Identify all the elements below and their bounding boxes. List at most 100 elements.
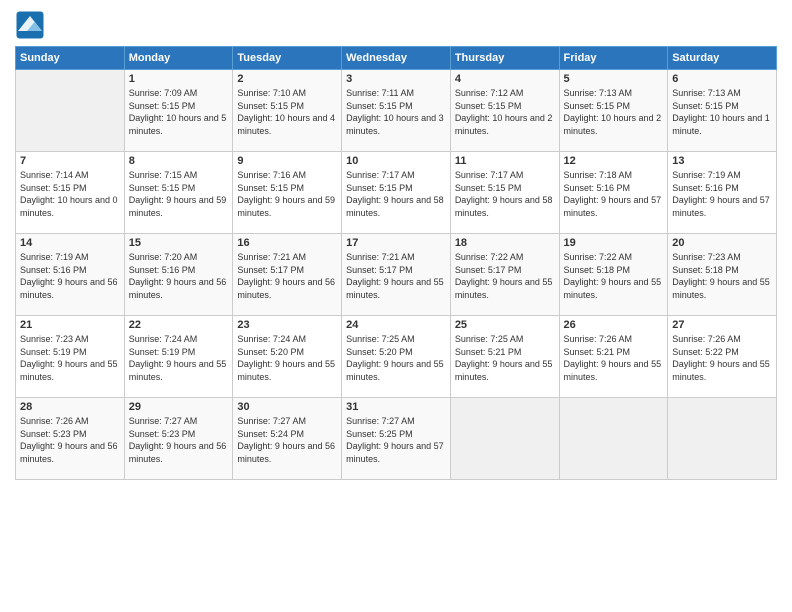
- day-number: 14: [20, 237, 120, 249]
- calendar-cell: 30 Sunrise: 7:27 AMSunset: 5:24 PMDayligh…: [233, 398, 342, 480]
- calendar-cell: 20 Sunrise: 7:23 AMSunset: 5:18 PMDayligh…: [668, 234, 777, 316]
- day-number: 15: [129, 237, 229, 249]
- day-number: 18: [455, 237, 555, 249]
- header-day-tuesday: Tuesday: [233, 47, 342, 70]
- day-number: 19: [564, 237, 664, 249]
- calendar-cell: 15 Sunrise: 7:20 AMSunset: 5:16 PMDayligh…: [124, 234, 233, 316]
- header-day-friday: Friday: [559, 47, 668, 70]
- day-detail: Sunrise: 7:10 AMSunset: 5:15 PMDaylight:…: [237, 87, 337, 137]
- calendar-cell: 25 Sunrise: 7:25 AMSunset: 5:21 PMDayligh…: [450, 316, 559, 398]
- day-number: 29: [129, 401, 229, 413]
- header: [15, 10, 777, 40]
- day-detail: Sunrise: 7:21 AMSunset: 5:17 PMDaylight:…: [346, 251, 446, 301]
- day-detail: Sunrise: 7:16 AMSunset: 5:15 PMDaylight:…: [237, 169, 337, 219]
- day-number: 12: [564, 155, 664, 167]
- day-detail: Sunrise: 7:20 AMSunset: 5:16 PMDaylight:…: [129, 251, 229, 301]
- day-detail: Sunrise: 7:11 AMSunset: 5:15 PMDaylight:…: [346, 87, 446, 137]
- calendar-cell: [668, 398, 777, 480]
- calendar-cell: 21 Sunrise: 7:23 AMSunset: 5:19 PMDayligh…: [16, 316, 125, 398]
- calendar-cell: 24 Sunrise: 7:25 AMSunset: 5:20 PMDayligh…: [342, 316, 451, 398]
- day-detail: Sunrise: 7:23 AMSunset: 5:18 PMDaylight:…: [672, 251, 772, 301]
- calendar-table: SundayMondayTuesdayWednesdayThursdayFrid…: [15, 46, 777, 480]
- day-detail: Sunrise: 7:23 AMSunset: 5:19 PMDaylight:…: [20, 333, 120, 383]
- day-number: 10: [346, 155, 446, 167]
- day-number: 16: [237, 237, 337, 249]
- calendar-cell: 26Sunrise: 7:26 AMSunset: 5:21 PMDayligh…: [559, 316, 668, 398]
- day-number: 28: [20, 401, 120, 413]
- day-number: 21: [20, 319, 120, 331]
- day-detail: Sunrise: 7:24 AMSunset: 5:20 PMDaylight:…: [237, 333, 337, 383]
- calendar-cell: 22Sunrise: 7:24 AMSunset: 5:19 PMDayligh…: [124, 316, 233, 398]
- day-detail: Sunrise: 7:15 AMSunset: 5:15 PMDaylight:…: [129, 169, 229, 219]
- week-row-3: 14 Sunrise: 7:19 AMSunset: 5:16 PMDayligh…: [16, 234, 777, 316]
- logo: [15, 10, 49, 40]
- day-detail: Sunrise: 7:17 AMSunset: 5:15 PMDaylight:…: [455, 169, 555, 219]
- day-number: 11: [455, 155, 555, 167]
- calendar-cell: 3 Sunrise: 7:11 AMSunset: 5:15 PMDaylight…: [342, 70, 451, 152]
- calendar-cell: 10Sunrise: 7:17 AMSunset: 5:15 PMDayligh…: [342, 152, 451, 234]
- calendar-cell: 29Sunrise: 7:27 AMSunset: 5:23 PMDayligh…: [124, 398, 233, 480]
- day-detail: Sunrise: 7:13 AMSunset: 5:15 PMDaylight:…: [564, 87, 664, 137]
- day-number: 2: [237, 73, 337, 85]
- calendar-cell: [16, 70, 125, 152]
- week-row-4: 21 Sunrise: 7:23 AMSunset: 5:19 PMDayligh…: [16, 316, 777, 398]
- header-row: SundayMondayTuesdayWednesdayThursdayFrid…: [16, 47, 777, 70]
- day-detail: Sunrise: 7:26 AMSunset: 5:22 PMDaylight:…: [672, 333, 772, 383]
- day-detail: Sunrise: 7:18 AMSunset: 5:16 PMDaylight:…: [564, 169, 664, 219]
- header-day-sunday: Sunday: [16, 47, 125, 70]
- day-number: 13: [672, 155, 772, 167]
- day-number: 30: [237, 401, 337, 413]
- day-detail: Sunrise: 7:21 AMSunset: 5:17 PMDaylight:…: [237, 251, 337, 301]
- day-detail: Sunrise: 7:25 AMSunset: 5:21 PMDaylight:…: [455, 333, 555, 383]
- week-row-1: 1Sunrise: 7:09 AMSunset: 5:15 PMDaylight…: [16, 70, 777, 152]
- day-detail: Sunrise: 7:14 AMSunset: 5:15 PMDaylight:…: [20, 169, 120, 219]
- week-row-2: 7 Sunrise: 7:14 AMSunset: 5:15 PMDaylight…: [16, 152, 777, 234]
- calendar-cell: 4 Sunrise: 7:12 AMSunset: 5:15 PMDaylight…: [450, 70, 559, 152]
- calendar-cell: 19 Sunrise: 7:22 AMSunset: 5:18 PMDayligh…: [559, 234, 668, 316]
- day-number: 8: [129, 155, 229, 167]
- day-number: 4: [455, 73, 555, 85]
- header-day-monday: Monday: [124, 47, 233, 70]
- day-detail: Sunrise: 7:13 AMSunset: 5:15 PMDaylight:…: [672, 87, 772, 137]
- day-detail: Sunrise: 7:22 AMSunset: 5:18 PMDaylight:…: [564, 251, 664, 301]
- day-number: 31: [346, 401, 446, 413]
- calendar-cell: 12 Sunrise: 7:18 AMSunset: 5:16 PMDayligh…: [559, 152, 668, 234]
- day-number: 1: [129, 73, 229, 85]
- day-number: 24: [346, 319, 446, 331]
- day-number: 23: [237, 319, 337, 331]
- week-row-5: 28 Sunrise: 7:26 AMSunset: 5:23 PMDayligh…: [16, 398, 777, 480]
- day-number: 6: [672, 73, 772, 85]
- calendar-cell: 5 Sunrise: 7:13 AMSunset: 5:15 PMDaylight…: [559, 70, 668, 152]
- calendar-cell: 2 Sunrise: 7:10 AMSunset: 5:15 PMDaylight…: [233, 70, 342, 152]
- logo-icon: [15, 10, 45, 40]
- calendar-cell: 18 Sunrise: 7:22 AMSunset: 5:17 PMDayligh…: [450, 234, 559, 316]
- day-detail: Sunrise: 7:27 AMSunset: 5:24 PMDaylight:…: [237, 415, 337, 465]
- calendar-cell: 28 Sunrise: 7:26 AMSunset: 5:23 PMDayligh…: [16, 398, 125, 480]
- day-number: 17: [346, 237, 446, 249]
- day-number: 20: [672, 237, 772, 249]
- day-number: 26: [564, 319, 664, 331]
- day-detail: Sunrise: 7:12 AMSunset: 5:15 PMDaylight:…: [455, 87, 555, 137]
- calendar-cell: 27 Sunrise: 7:26 AMSunset: 5:22 PMDayligh…: [668, 316, 777, 398]
- calendar-cell: 9 Sunrise: 7:16 AMSunset: 5:15 PMDaylight…: [233, 152, 342, 234]
- day-detail: Sunrise: 7:19 AMSunset: 5:16 PMDaylight:…: [672, 169, 772, 219]
- day-number: 25: [455, 319, 555, 331]
- calendar-cell: 1Sunrise: 7:09 AMSunset: 5:15 PMDaylight…: [124, 70, 233, 152]
- day-number: 3: [346, 73, 446, 85]
- day-number: 5: [564, 73, 664, 85]
- header-day-thursday: Thursday: [450, 47, 559, 70]
- day-detail: Sunrise: 7:22 AMSunset: 5:17 PMDaylight:…: [455, 251, 555, 301]
- calendar-cell: 6 Sunrise: 7:13 AMSunset: 5:15 PMDaylight…: [668, 70, 777, 152]
- day-number: 27: [672, 319, 772, 331]
- day-detail: Sunrise: 7:19 AMSunset: 5:16 PMDaylight:…: [20, 251, 120, 301]
- day-detail: Sunrise: 7:26 AMSunset: 5:23 PMDaylight:…: [20, 415, 120, 465]
- calendar-cell: 31Sunrise: 7:27 AMSunset: 5:25 PMDayligh…: [342, 398, 451, 480]
- header-day-saturday: Saturday: [668, 47, 777, 70]
- calendar-cell: 16 Sunrise: 7:21 AMSunset: 5:17 PMDayligh…: [233, 234, 342, 316]
- calendar-cell: 17 Sunrise: 7:21 AMSunset: 5:17 PMDayligh…: [342, 234, 451, 316]
- day-number: 7: [20, 155, 120, 167]
- calendar-page: SundayMondayTuesdayWednesdayThursdayFrid…: [0, 0, 792, 612]
- calendar-cell: 13 Sunrise: 7:19 AMSunset: 5:16 PMDayligh…: [668, 152, 777, 234]
- day-number: 9: [237, 155, 337, 167]
- day-detail: Sunrise: 7:25 AMSunset: 5:20 PMDaylight:…: [346, 333, 446, 383]
